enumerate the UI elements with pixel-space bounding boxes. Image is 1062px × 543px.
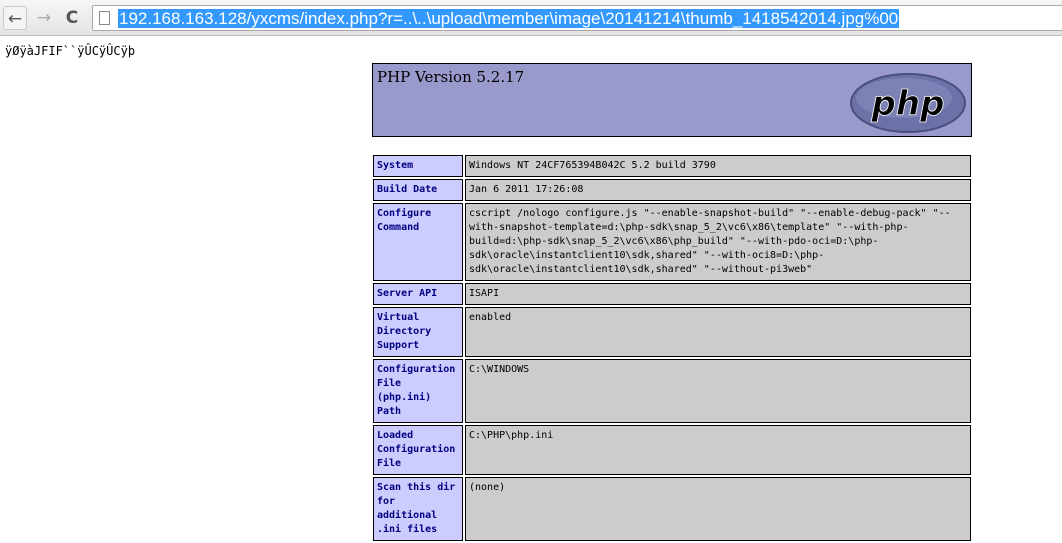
page-title: PHP Version 5.2.17 (377, 68, 525, 86)
table-row: Scan this dir for additional .ini files(… (373, 477, 971, 541)
table-row: Configure Command cscript /nologo configu… (373, 203, 971, 281)
table-row: Server API ISAPI (373, 283, 971, 305)
row-label: Server API (373, 283, 463, 305)
binary-garbage-text: ÿØÿàJFIF``ÿÛCÿÛCÿþ (5, 44, 136, 58)
phpinfo-table: System Windows NT 24CF765394B042C 5.2 bui… (371, 153, 973, 543)
row-value: (none) (465, 477, 971, 541)
browser-toolbar: ← → C 192.168.163.128/yxcms/index.php?r=… (0, 0, 1062, 36)
row-label: Build Date (373, 179, 463, 201)
url-text[interactable]: 192.168.163.128/yxcms/index.php?r=..\..\… (118, 9, 900, 28)
row-label: Loaded Configuration File (373, 425, 463, 475)
phpinfo-header: PHP Version 5.2.17 php (372, 63, 972, 137)
row-value: Windows NT 24CF765394B042C 5.2 build 379… (465, 155, 971, 177)
row-value: C:\PHP\php.ini (465, 425, 971, 475)
row-label: Scan this dir for additional .ini files (373, 477, 463, 541)
forward-button[interactable]: → (32, 6, 56, 30)
row-label: Configure Command (373, 203, 463, 281)
row-value: C:\WINDOWS (465, 359, 971, 423)
table-row: Loaded Configuration File C:\PHP\php.ini (373, 425, 971, 475)
table-row: System Windows NT 24CF765394B042C 5.2 bui… (373, 155, 971, 177)
page-icon (99, 11, 110, 25)
table-row: Configuration File (php.ini) Path C:\WIND… (373, 359, 971, 423)
row-value: enabled (465, 307, 971, 357)
row-value: cscript /nologo configure.js "--enable-s… (465, 203, 971, 281)
row-label: Configuration File (php.ini) Path (373, 359, 463, 423)
reload-button[interactable]: C (60, 6, 84, 30)
back-button[interactable]: ← (3, 6, 27, 30)
row-value: ISAPI (465, 283, 971, 305)
svg-text:php: php (871, 84, 945, 124)
row-label: System (373, 155, 463, 177)
row-value: Jan 6 2011 17:26:08 (465, 179, 971, 201)
php-logo[interactable]: php (849, 73, 967, 133)
table-row: Build Date Jan 6 2011 17:26:08 (373, 179, 971, 201)
address-bar[interactable]: 192.168.163.128/yxcms/index.php?r=..\..\… (92, 5, 1062, 31)
row-label: Virtual Directory Support (373, 307, 463, 357)
table-row: Virtual Directory Support enabled (373, 307, 971, 357)
